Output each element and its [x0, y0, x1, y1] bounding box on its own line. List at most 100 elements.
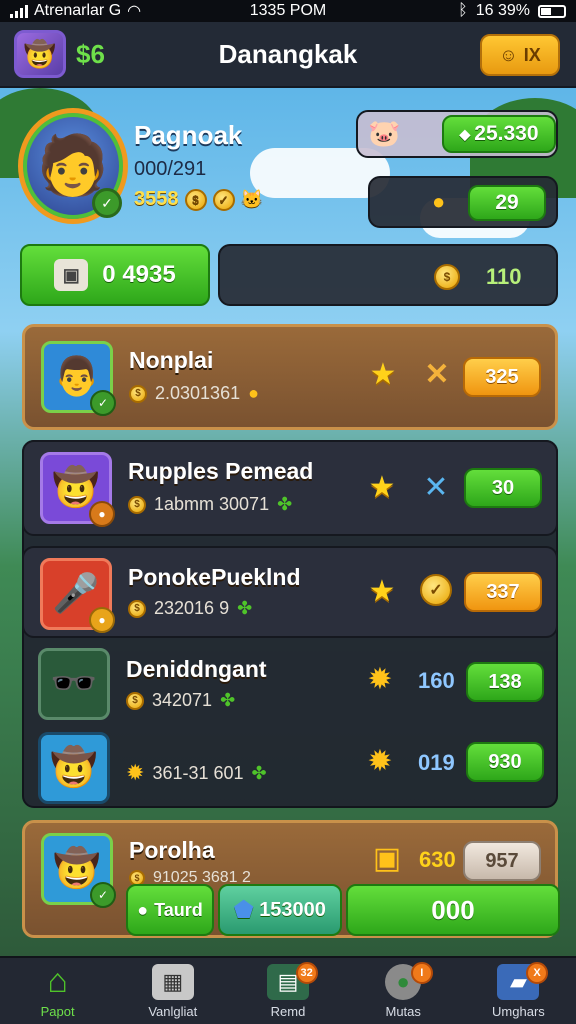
trophy-badge-icon: ●	[89, 607, 115, 633]
list-item[interactable]: 🎤 ● PonokePueklnd $ 232016 9 ✤ ★ ✓ 337	[22, 546, 558, 638]
carrier-label: Atrenarlar G	[34, 2, 122, 19]
gold-balance-value: 110	[486, 264, 522, 289]
player-rank: 160	[418, 668, 455, 693]
nav-item-home[interactable]: ⌂ Papot	[0, 958, 115, 1024]
battery-percent: 16 39%	[475, 2, 530, 19]
player-value: 325	[485, 365, 519, 388]
header-action-label: IX	[523, 44, 541, 65]
action-bar: ● Taurd ⬟ 153000 000	[126, 884, 560, 936]
coin-icon: $	[129, 384, 147, 403]
profile-name: Pagnoak	[134, 120, 243, 150]
player-avatar-button[interactable]: 🤠	[14, 30, 66, 78]
profile-level: 3558	[134, 188, 179, 210]
list-item[interactable]: 🕶️ Deniddngant $ 342071 ✤ ✹ 160 138	[22, 642, 558, 726]
gold-balance-panel: $ 110	[218, 244, 558, 306]
star-icon: ★	[368, 575, 396, 608]
player-avatar: 🤠	[38, 732, 110, 804]
gem-balance-button[interactable]: ◆ 25.330	[442, 115, 556, 153]
nav-label: Mutas	[385, 1003, 421, 1019]
nav-item-grid[interactable]: ▦ Vanlgliat	[115, 958, 230, 1024]
header-action-button[interactable]: ☺ IX	[480, 34, 560, 76]
gem-balance-panel: 🐷 ◆ 25.330	[356, 110, 558, 158]
chest-value: 0 4935	[102, 261, 176, 288]
taurd-label: Taurd	[154, 899, 203, 920]
sun-badge-icon: ✹	[367, 745, 393, 778]
face-icon: ☺	[499, 44, 518, 65]
clover-icon: ✤	[220, 690, 236, 710]
clover-icon: ✤	[237, 598, 253, 618]
player-value-button[interactable]: 337	[464, 572, 542, 612]
energy-panel: ● 29	[368, 176, 558, 228]
player-value: 138	[488, 670, 522, 693]
list-item[interactable]: 🤠 ✹ 361-31 601 ✤ ✹ 019 930	[22, 730, 558, 806]
sun-badge-icon: ✹	[367, 663, 393, 696]
apple-icon: ●	[137, 899, 149, 920]
player-score: $ 2.0301361 ●	[129, 383, 259, 404]
confirm-value: 000	[431, 894, 475, 925]
player-avatar: 🤠 ●	[40, 452, 115, 527]
notification-badge: X	[526, 962, 549, 984]
gem-purchase-value: 153000	[259, 898, 326, 921]
energy-button[interactable]: 29	[468, 185, 546, 221]
coin-icon[interactable]: ✓	[420, 574, 452, 606]
header-coin-count: $6	[76, 38, 105, 69]
player-name: PonokePueklnd	[128, 564, 301, 590]
player-value: 337	[486, 580, 520, 603]
player-rank: 630	[419, 847, 456, 872]
player-avatar: 🕶️	[38, 648, 110, 720]
gem-balance-value: 25.330	[474, 122, 539, 145]
status-bar: Atrenarlar G ◠ 1335 POM ᛒ 16 39%	[0, 0, 576, 22]
medal-badge-icon: ●	[89, 501, 115, 527]
player-value-button[interactable]: 957	[463, 841, 541, 881]
sun-icon: ✹	[126, 760, 145, 785]
player-score-value: 2.0301361	[155, 383, 241, 403]
player-score: $ 342071 ✤	[126, 690, 235, 711]
player-value-button[interactable]: 30	[464, 468, 542, 508]
gem-purchase-button[interactable]: ⬟ 153000	[218, 884, 342, 936]
player-score-value: 342071	[152, 690, 213, 710]
cross-icon[interactable]: ✕	[419, 357, 455, 392]
list-item[interactable]: 👨 ✓ Nonplai $ 2.0301361 ● ★ ✕ 325	[22, 324, 558, 430]
player-score: ✹ 361-31 601 ✤	[126, 760, 267, 786]
player-avatar: 👨 ✓	[41, 341, 116, 416]
player-name: Nonplai	[129, 347, 214, 373]
clover-icon: ✤	[277, 494, 293, 514]
pig-icon: 🐷	[368, 118, 401, 148]
nav-item-globe[interactable]: ● Mutas I	[346, 958, 461, 1024]
player-name: Deniddngant	[126, 656, 267, 682]
top-header: 🤠 $6 Danangkak ☺ IX	[0, 22, 576, 88]
drop-icon: ●	[248, 383, 259, 403]
player-score: $ 1abmm 30071 ✤	[128, 494, 292, 515]
player-value: 30	[491, 476, 515, 499]
confirm-button[interactable]: 000	[346, 884, 560, 936]
player-avatar: 🤠 ✓	[41, 833, 116, 908]
shield-icon: ⬟	[234, 897, 254, 922]
coin-icon: $	[128, 495, 146, 514]
coin-icon: $	[184, 188, 207, 211]
player-value-button[interactable]: 138	[466, 662, 544, 702]
coin-icon: $	[128, 599, 146, 618]
energy-value: 29	[495, 191, 519, 214]
player-avatar: 🎤 ●	[40, 558, 115, 633]
chest-button[interactable]: ▣ 0 4935	[20, 244, 210, 306]
player-score-value: 232016 9	[154, 598, 230, 618]
player-value-button[interactable]: 325	[463, 357, 541, 397]
swap-icon[interactable]: ✕	[418, 470, 454, 505]
player-value-button[interactable]: 930	[466, 742, 544, 782]
coin-icon: $	[126, 691, 144, 710]
home-icon: ⌂	[47, 962, 68, 1000]
check-badge-icon: ✓	[90, 882, 116, 908]
signal-icon	[10, 4, 28, 18]
player-name: Porolha	[129, 837, 215, 863]
nav-item-cards[interactable]: ▰ Umghars X	[461, 958, 576, 1024]
gem-icon: ◆	[459, 125, 471, 142]
nav-item-book[interactable]: ▤ Remd 32	[230, 958, 345, 1024]
player-name: Rupples Pemead	[128, 458, 314, 484]
nav-label: Umghars	[492, 1003, 545, 1019]
taurd-button[interactable]: ● Taurd	[126, 884, 214, 936]
player-score-value: 1abmm 30071	[154, 494, 270, 514]
drop-icon: ●	[432, 189, 446, 214]
star-icon: ★	[368, 471, 396, 504]
list-item[interactable]: 🤠 ● Rupples Pemead $ 1abmm 30071 ✤ ★ ✕ 3…	[22, 440, 558, 536]
crate-icon: ▣	[372, 842, 402, 875]
